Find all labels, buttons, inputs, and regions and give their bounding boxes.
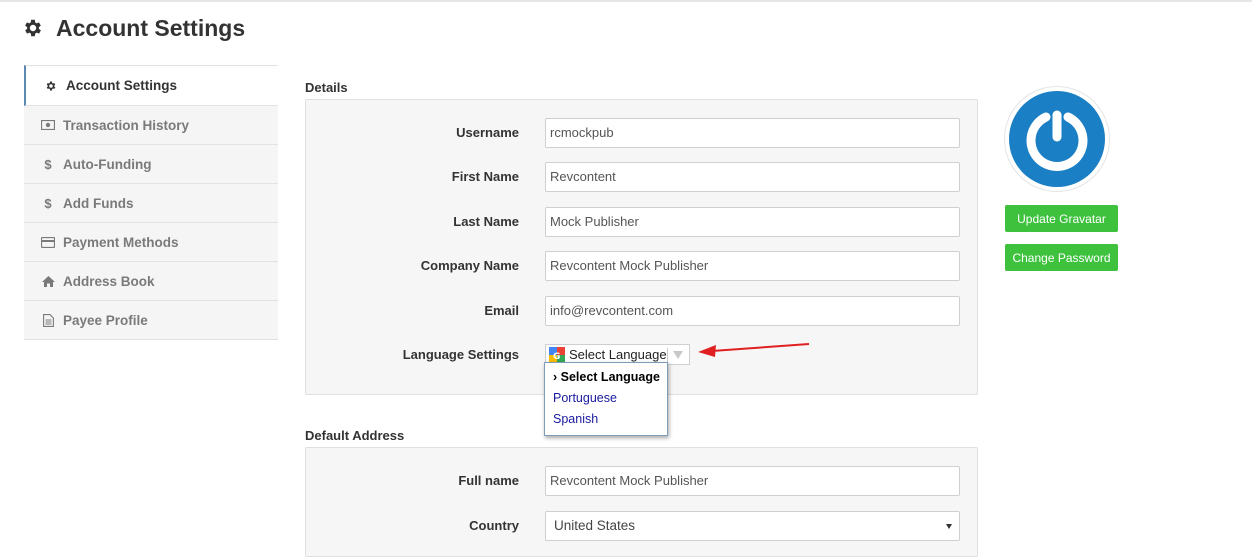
credit-card-icon	[41, 235, 55, 249]
username-row: Username rcmockpub	[306, 118, 977, 148]
last-name-row: Last Name Mock Publisher	[306, 207, 977, 237]
dollar-icon: $	[44, 156, 52, 172]
page-title: Account Settings	[22, 13, 245, 43]
home-icon	[41, 274, 55, 288]
google-translate-icon: G	[549, 346, 565, 363]
first-name-row: First Name Revcontent	[306, 162, 977, 192]
language-settings-label: Language Settings	[402, 347, 519, 362]
sidebar-item-label: Payee Profile	[63, 312, 148, 328]
details-panel: Username rcmockpub First Name Revcontent…	[305, 99, 978, 395]
dollar-icon: $	[44, 195, 52, 211]
username-field[interactable]: rcmockpub	[545, 118, 960, 148]
avatar	[1005, 87, 1109, 191]
full-name-field[interactable]: Revcontent Mock Publisher	[545, 466, 960, 496]
sidebar-item-label: Account Settings	[66, 78, 178, 93]
sidebar-item-label: Transaction History	[63, 117, 190, 133]
top-border	[0, 0, 1252, 2]
sidebar-item-payment-methods[interactable]: Payment Methods	[24, 223, 278, 262]
sidebar-item-auto-funding[interactable]: $ Auto-Funding	[24, 145, 278, 184]
chevron-down-icon	[946, 524, 952, 529]
sidebar-item-add-funds[interactable]: $ Add Funds	[24, 184, 278, 223]
sidebar-item-label: Add Funds	[63, 195, 134, 211]
last-name-label: Last Name	[453, 214, 519, 229]
details-section-label: Details	[305, 80, 348, 95]
country-row: Country United States	[306, 511, 977, 541]
divider	[667, 347, 668, 362]
gear-icon	[44, 79, 58, 93]
gear-icon	[25, 19, 41, 37]
money-icon	[41, 118, 55, 132]
language-select-value: Select Language	[569, 347, 667, 362]
sidebar: Account Settings Transaction History $ A…	[24, 65, 278, 340]
company-name-row: Company Name Revcontent Mock Publisher	[306, 251, 977, 281]
sidebar-item-address-book[interactable]: Address Book	[24, 262, 278, 301]
page-title-text: Account Settings	[56, 14, 246, 41]
language-option-spanish[interactable]: Spanish	[553, 411, 667, 432]
sidebar-item-label: Payment Methods	[63, 234, 179, 250]
svg-text:G: G	[553, 352, 560, 362]
sidebar-item-transaction-history[interactable]: Transaction History	[24, 106, 278, 145]
full-name-row: Full name Revcontent Mock Publisher	[306, 466, 977, 496]
email-field[interactable]: info@revcontent.com	[545, 296, 960, 326]
first-name-field[interactable]: Revcontent	[545, 162, 960, 192]
update-gravatar-button[interactable]: Update Gravatar	[1005, 205, 1118, 232]
document-icon	[41, 313, 55, 327]
sidebar-item-account-settings[interactable]: Account Settings	[24, 65, 278, 106]
email-row: Email info@revcontent.com	[306, 296, 977, 326]
language-option-select[interactable]: › Select Language	[553, 369, 667, 390]
gravatar-logo-icon	[1009, 91, 1105, 187]
last-name-field[interactable]: Mock Publisher	[545, 207, 960, 237]
annotation-arrow-icon	[698, 343, 810, 357]
country-select-value: United States	[554, 518, 636, 533]
default-address-panel: Full name Revcontent Mock Publisher Coun…	[305, 447, 978, 557]
company-name-field[interactable]: Revcontent Mock Publisher	[545, 251, 960, 281]
company-name-label: Company Name	[420, 258, 519, 273]
sidebar-item-label: Address Book	[63, 273, 155, 289]
full-name-label: Full name	[458, 473, 519, 488]
chevron-down-icon	[673, 350, 683, 359]
language-option-portuguese[interactable]: Portuguese	[553, 390, 667, 411]
country-select[interactable]: United States	[545, 511, 960, 541]
first-name-label: First Name	[451, 169, 519, 184]
language-dropdown: › Select Language Portuguese Spanish	[544, 362, 668, 436]
email-label: Email	[484, 303, 519, 318]
sidebar-item-label: Auto-Funding	[63, 156, 152, 172]
change-password-button[interactable]: Change Password	[1005, 244, 1118, 271]
sidebar-item-payee-profile[interactable]: Payee Profile	[24, 301, 278, 340]
country-label: Country	[469, 518, 519, 533]
username-label: Username	[456, 125, 519, 140]
default-address-section-label: Default Address	[305, 428, 405, 443]
